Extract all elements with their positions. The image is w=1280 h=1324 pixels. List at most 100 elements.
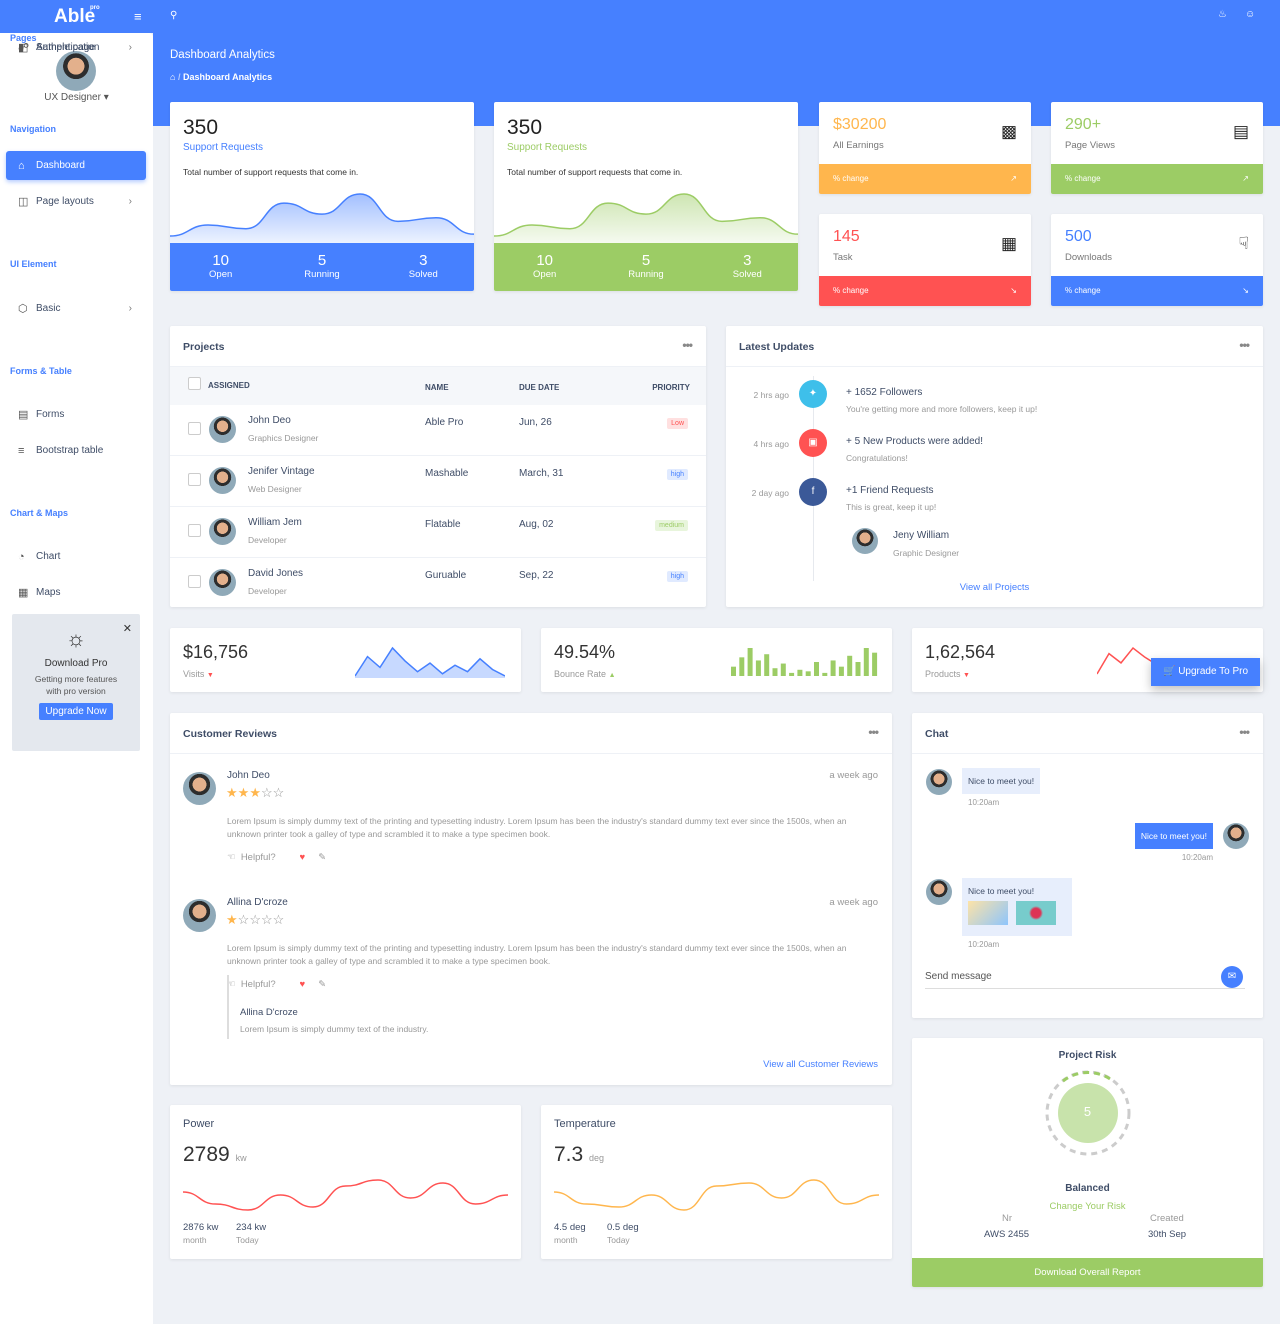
bell-icon[interactable]: ♨ — [1218, 9, 1227, 20]
thumbs-up-icon[interactable]: ☜ — [227, 852, 236, 863]
sidebar-item-dashboard[interactable]: ⌂ Dashboard — [6, 151, 146, 180]
image-thumbnail[interactable] — [968, 901, 1008, 925]
search-icon[interactable]: ⚲ — [170, 10, 177, 21]
stat-value: 500 — [1065, 228, 1092, 245]
sidebar-item-bootstrap-table[interactable]: ≡ Bootstrap table — [6, 436, 146, 465]
bar — [780, 663, 786, 676]
stat-card: 290+ Page Views ▤ % change ↗ — [1051, 102, 1263, 194]
chevron-right-icon: › — [128, 303, 132, 314]
chat-message: Nice to meet you! — [962, 878, 1072, 936]
reply-text: Lorem Ipsum is simply dummy text of the … — [240, 1024, 429, 1034]
review-text: Lorem Ipsum is simply dummy text of the … — [227, 943, 847, 966]
stat-label: Today — [607, 1235, 630, 1245]
download-report-button[interactable]: Download Overall Report — [912, 1258, 1263, 1287]
more-icon[interactable]: ••• — [1239, 725, 1250, 739]
row-checkbox[interactable] — [188, 422, 201, 435]
power-wave-chart — [183, 1179, 508, 1211]
sidebar-item-forms[interactable]: ▤ Forms — [6, 400, 146, 429]
sidebar-item-label: Sample page — [36, 42, 95, 53]
sidebar-item-label: Page layouts — [36, 196, 94, 207]
row-checkbox[interactable] — [188, 575, 201, 588]
card-title: Customer Reviews — [183, 728, 277, 740]
select-all-checkbox[interactable] — [188, 377, 201, 390]
support-stat: 5 Running — [304, 252, 340, 280]
nr-value: AWS 2455 — [984, 1229, 1030, 1240]
bar — [814, 662, 819, 676]
due-date: Sep, 22 — [519, 570, 554, 581]
more-icon[interactable]: ••• — [868, 725, 879, 739]
assignee-role: Developer — [248, 586, 287, 596]
stat-footer: % change ↗ — [1051, 164, 1263, 194]
star-rating: ★★★☆☆ — [226, 785, 284, 801]
bar — [755, 660, 761, 676]
sidebar-item-page-layouts[interactable]: ◫ Page layouts › — [6, 187, 146, 216]
created-value: 30th Sep — [1148, 1229, 1187, 1240]
helpful-button[interactable]: Helpful? — [241, 979, 276, 990]
reply-border — [227, 975, 229, 1039]
helpful-button[interactable]: Helpful? — [241, 852, 276, 863]
file-icon: ▤ — [18, 409, 29, 421]
stat-footer: % change ↗ — [819, 164, 1031, 194]
stat-footer: % change ↘ — [819, 276, 1031, 306]
power-card: Power 2789 kw 2876 kw month 234 kw Today — [170, 1105, 521, 1259]
more-icon[interactable]: ••• — [682, 338, 693, 352]
customer-reviews-card: Customer Reviews ••• John Deo a week ago … — [170, 713, 892, 1085]
review-time: a week ago — [829, 897, 878, 908]
stat-value: $30200 — [833, 116, 887, 133]
menu-toggle-icon[interactable]: ≡ — [134, 9, 142, 24]
mini-value: 49.54% — [554, 642, 616, 662]
breadcrumb-item[interactable]: Dashboard Analytics — [183, 72, 272, 82]
view-all-reviews-link[interactable]: View all Customer Reviews — [763, 1059, 878, 1070]
star-icon: ☆ — [249, 912, 261, 927]
nr-label: Nr — [1002, 1213, 1013, 1224]
upgrade-to-pro-button[interactable]: 🛒 Upgrade To Pro — [1151, 658, 1260, 686]
bar — [855, 662, 861, 676]
heart-icon[interactable]: ♥ — [299, 979, 305, 990]
send-message-input[interactable]: Send message — [925, 971, 1245, 989]
close-icon[interactable]: ✕ — [123, 622, 132, 635]
row-checkbox[interactable] — [188, 524, 201, 537]
support-count: 350 — [183, 116, 219, 139]
products-sparkline — [1097, 646, 1157, 675]
trend-down-icon: ▼ — [206, 672, 214, 679]
sidebar-item-label: Dashboard — [36, 160, 85, 171]
avatar — [209, 416, 236, 443]
edit-icon[interactable]: ✎ — [318, 979, 326, 990]
support-card: 350 Support Requests Total number of sup… — [170, 102, 474, 291]
priority-badge: medium — [655, 520, 688, 531]
chat-card: Chat ••• Nice to meet you! 10:20am Nice t… — [912, 713, 1263, 1018]
change-risk-link[interactable]: Change Your Risk — [912, 1201, 1263, 1212]
user-menu[interactable]: UX Designer ▾ — [0, 92, 153, 103]
row-checkbox[interactable] — [188, 473, 201, 486]
update-text: Congratulations! — [846, 453, 908, 463]
sidebar-item-maps[interactable]: ▦ Maps — [6, 578, 146, 607]
bar — [772, 668, 778, 676]
user-icon[interactable]: ☺ — [1245, 9, 1255, 20]
briefcase-icon: ▣ — [799, 429, 827, 457]
heart-icon[interactable]: ♥ — [299, 852, 305, 863]
sidebar: UX Designer ▾ Navigation ⌂ Dashboard ◫ Page … — [0, 33, 153, 1324]
support-label: Support Requests — [183, 142, 264, 153]
view-all-projects-link[interactable]: View all Projects — [726, 582, 1263, 593]
edit-icon[interactable]: ✎ — [318, 852, 326, 863]
priority-badge: high — [666, 571, 688, 582]
bar — [872, 652, 878, 676]
sidebar-item-chart[interactable]: ◔ Chart — [6, 542, 146, 571]
home-icon: ⌂ — [18, 159, 25, 172]
send-chat-icon[interactable]: ✉ — [1221, 966, 1243, 988]
temperature-value: 7.3 deg — [554, 1143, 605, 1166]
sidebar-item-label: Maps — [36, 587, 61, 598]
sidebar-item-sample-page[interactable]: ◧ Sample page — [6, 33, 146, 62]
stat-card: 145 Task ▦ % change ↘ — [819, 214, 1031, 306]
card-title: Latest Updates — [739, 341, 815, 353]
sidebar-item-basic[interactable]: ⬡ Basic › — [6, 294, 146, 323]
image-thumbnail[interactable] — [1016, 901, 1056, 925]
support-count: 350 — [507, 116, 543, 139]
more-icon[interactable]: ••• — [1239, 338, 1250, 352]
card-title: Power — [183, 1118, 215, 1130]
mini-value: $16,756 — [183, 642, 249, 662]
home-icon[interactable]: ⌂ — [170, 72, 175, 82]
upgrade-now-button[interactable]: Upgrade Now — [39, 703, 113, 720]
star-rating: ★☆☆☆☆ — [226, 912, 284, 928]
project-risk-card: Project Risk 5 Balanced Change Your Risk… — [912, 1038, 1263, 1287]
